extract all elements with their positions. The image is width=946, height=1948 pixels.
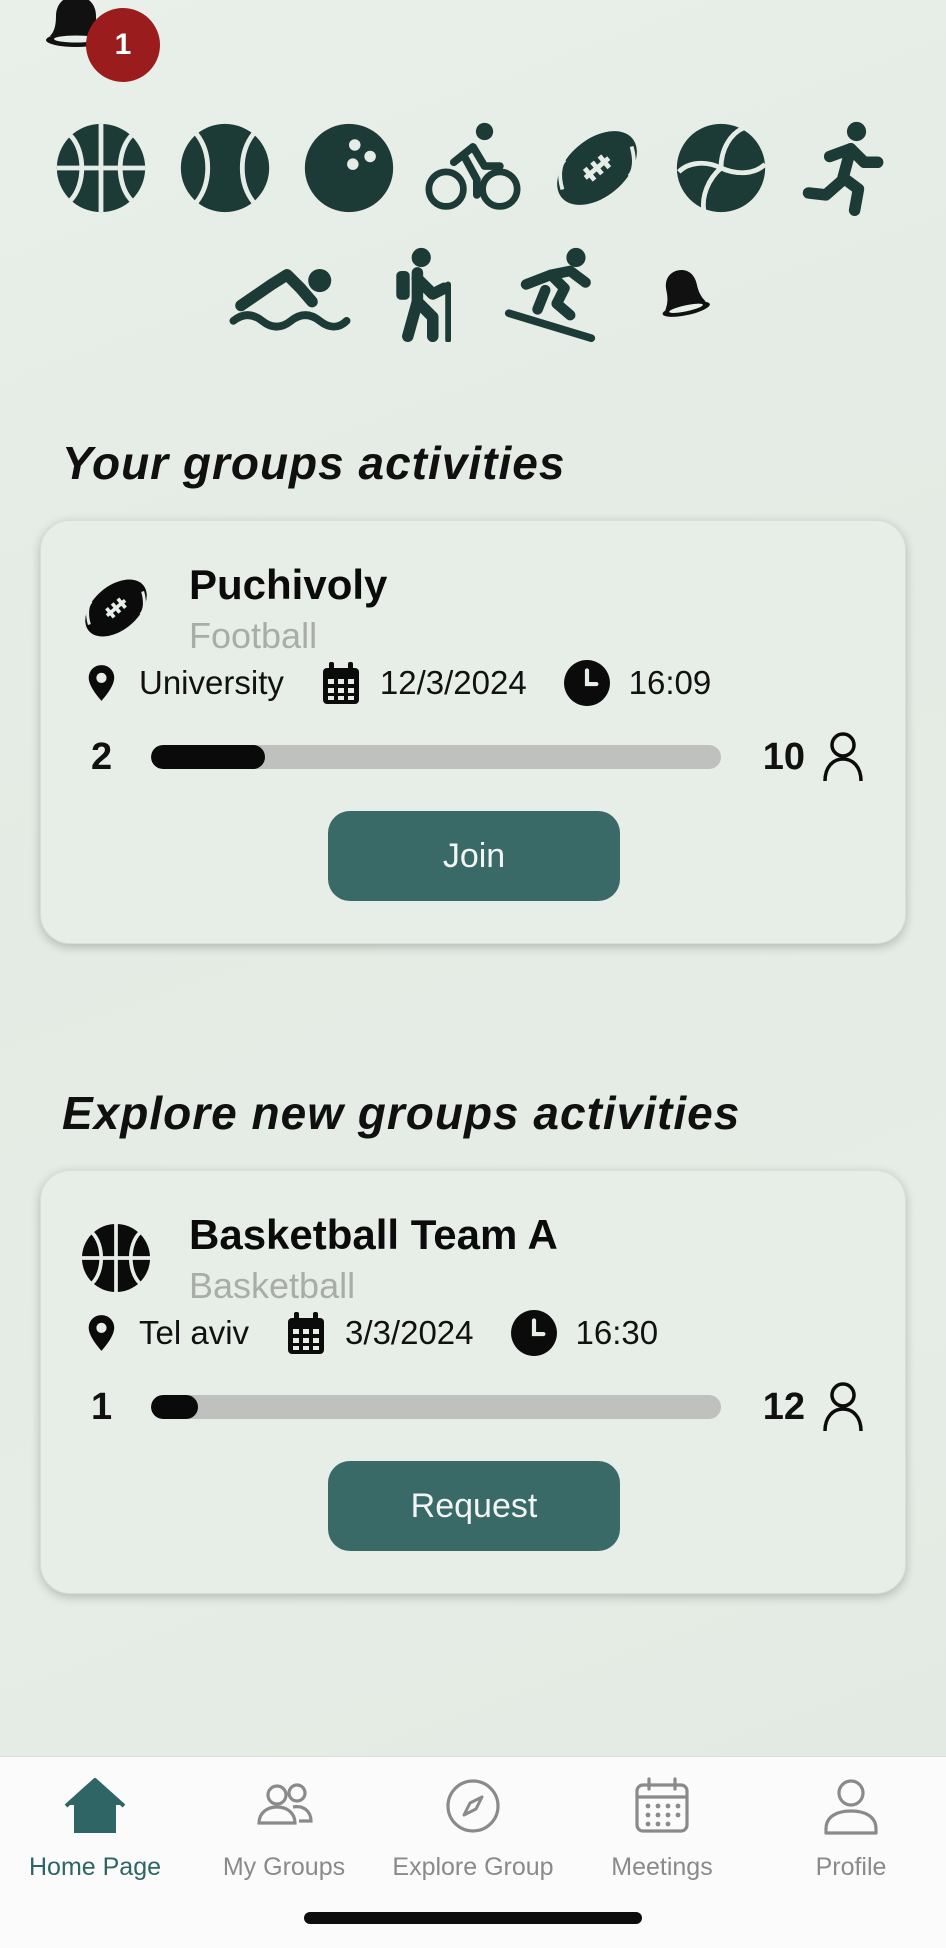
group-name: Basketball Team A [189, 1211, 558, 1258]
cycling-filter[interactable] [423, 118, 523, 218]
notification-bell[interactable]: 1 [40, 0, 160, 84]
participants-progress: 1 12 [91, 1379, 865, 1435]
meeting-details: Tel aviv 3/3/2024 16:30 [87, 1309, 658, 1357]
sports-filter-row-2 [0, 244, 946, 344]
compass-icon [446, 1779, 500, 1833]
group-activity-card: Puchivoly Football University 12/3/2024 … [40, 520, 906, 944]
tab-profile[interactable]: Profile [756, 1775, 946, 1882]
location-text: Tel aviv [139, 1314, 250, 1351]
hiking-filter[interactable] [377, 244, 477, 344]
calendar-icon [635, 1777, 689, 1833]
participants-max: 12 [762, 1385, 805, 1428]
tab-label: My Groups [222, 1853, 346, 1881]
hiking-icon [396, 247, 451, 342]
participants-current: 1 [91, 1385, 113, 1428]
tab-label: Home Page [28, 1853, 162, 1881]
meeting-details: University 12/3/2024 16:09 [87, 659, 711, 707]
participants-bar [151, 745, 721, 769]
participants-current: 2 [91, 735, 113, 778]
group-icon [257, 1783, 313, 1825]
volleyball-icon [676, 123, 767, 213]
tab-label: Explore Group [392, 1853, 554, 1881]
calendar-icon [288, 1312, 325, 1354]
calendar-icon [322, 662, 359, 704]
person-icon [823, 1382, 863, 1432]
participants-progress: 2 10 [91, 729, 865, 785]
clock-icon [510, 1310, 557, 1356]
tab-meetings[interactable]: Meetings [567, 1775, 757, 1882]
swimming-filter[interactable] [225, 244, 353, 344]
tab-explore-group[interactable]: Explore Group [378, 1775, 568, 1882]
tennis-ball-icon [180, 123, 270, 213]
time-text: 16:30 [575, 1314, 659, 1351]
basketball-filter[interactable] [51, 118, 151, 218]
running-icon [802, 121, 884, 216]
basketball-icon [56, 123, 146, 213]
explore-groups-title: Explore new groups activities [62, 1087, 741, 1139]
location-text: University [139, 664, 284, 701]
sports-filter-row [0, 118, 946, 218]
participants-bar-fill [151, 1395, 199, 1419]
user-icon [824, 1779, 878, 1835]
snowboarding-filter[interactable] [501, 244, 601, 344]
join-button[interactable]: Join [328, 811, 620, 901]
tab-home-page[interactable]: Home Page [0, 1775, 190, 1882]
home-indicator[interactable] [304, 1912, 642, 1924]
participants-max: 10 [762, 735, 805, 778]
location-pin-icon [88, 1315, 115, 1351]
swimming-icon [229, 269, 351, 331]
date-text: 3/3/2024 [345, 1314, 474, 1351]
running-filter[interactable] [795, 118, 895, 218]
bowling-ball-icon [304, 123, 394, 213]
tab-label: Profile [815, 1853, 887, 1881]
tennis-filter[interactable] [175, 118, 275, 218]
your-groups-title: Your groups activities [62, 437, 566, 489]
tab-label: Meetings [611, 1853, 713, 1881]
person-icon [823, 732, 863, 782]
group-name: Puchivoly [189, 561, 388, 608]
participants-bar-fill [151, 745, 265, 769]
group-sport: Basketball [189, 1265, 356, 1306]
football-filter[interactable] [547, 118, 647, 218]
snowboarding-icon [504, 247, 596, 342]
volleyball-filter[interactable] [671, 118, 771, 218]
tab-my-groups[interactable]: My Groups [189, 1775, 379, 1882]
request-button[interactable]: Request [328, 1461, 620, 1551]
home-icon [64, 1778, 126, 1833]
explore-activity-card: Basketball Team A Basketball Tel aviv 3/… [40, 1170, 906, 1594]
basketball-icon [81, 1223, 151, 1293]
time-text: 16:09 [628, 664, 712, 701]
cycling-icon [425, 122, 521, 210]
bowling-filter[interactable] [299, 118, 399, 218]
football-icon [85, 579, 147, 637]
group-sport: Football [189, 615, 318, 656]
participants-bar [151, 1395, 721, 1419]
notification-filter[interactable] [625, 244, 721, 344]
football-icon [557, 131, 637, 205]
notification-badge: 1 [86, 8, 160, 82]
location-pin-icon [88, 665, 115, 701]
bell-icon [662, 270, 710, 317]
clock-icon [563, 660, 610, 706]
date-text: 12/3/2024 [379, 664, 527, 701]
